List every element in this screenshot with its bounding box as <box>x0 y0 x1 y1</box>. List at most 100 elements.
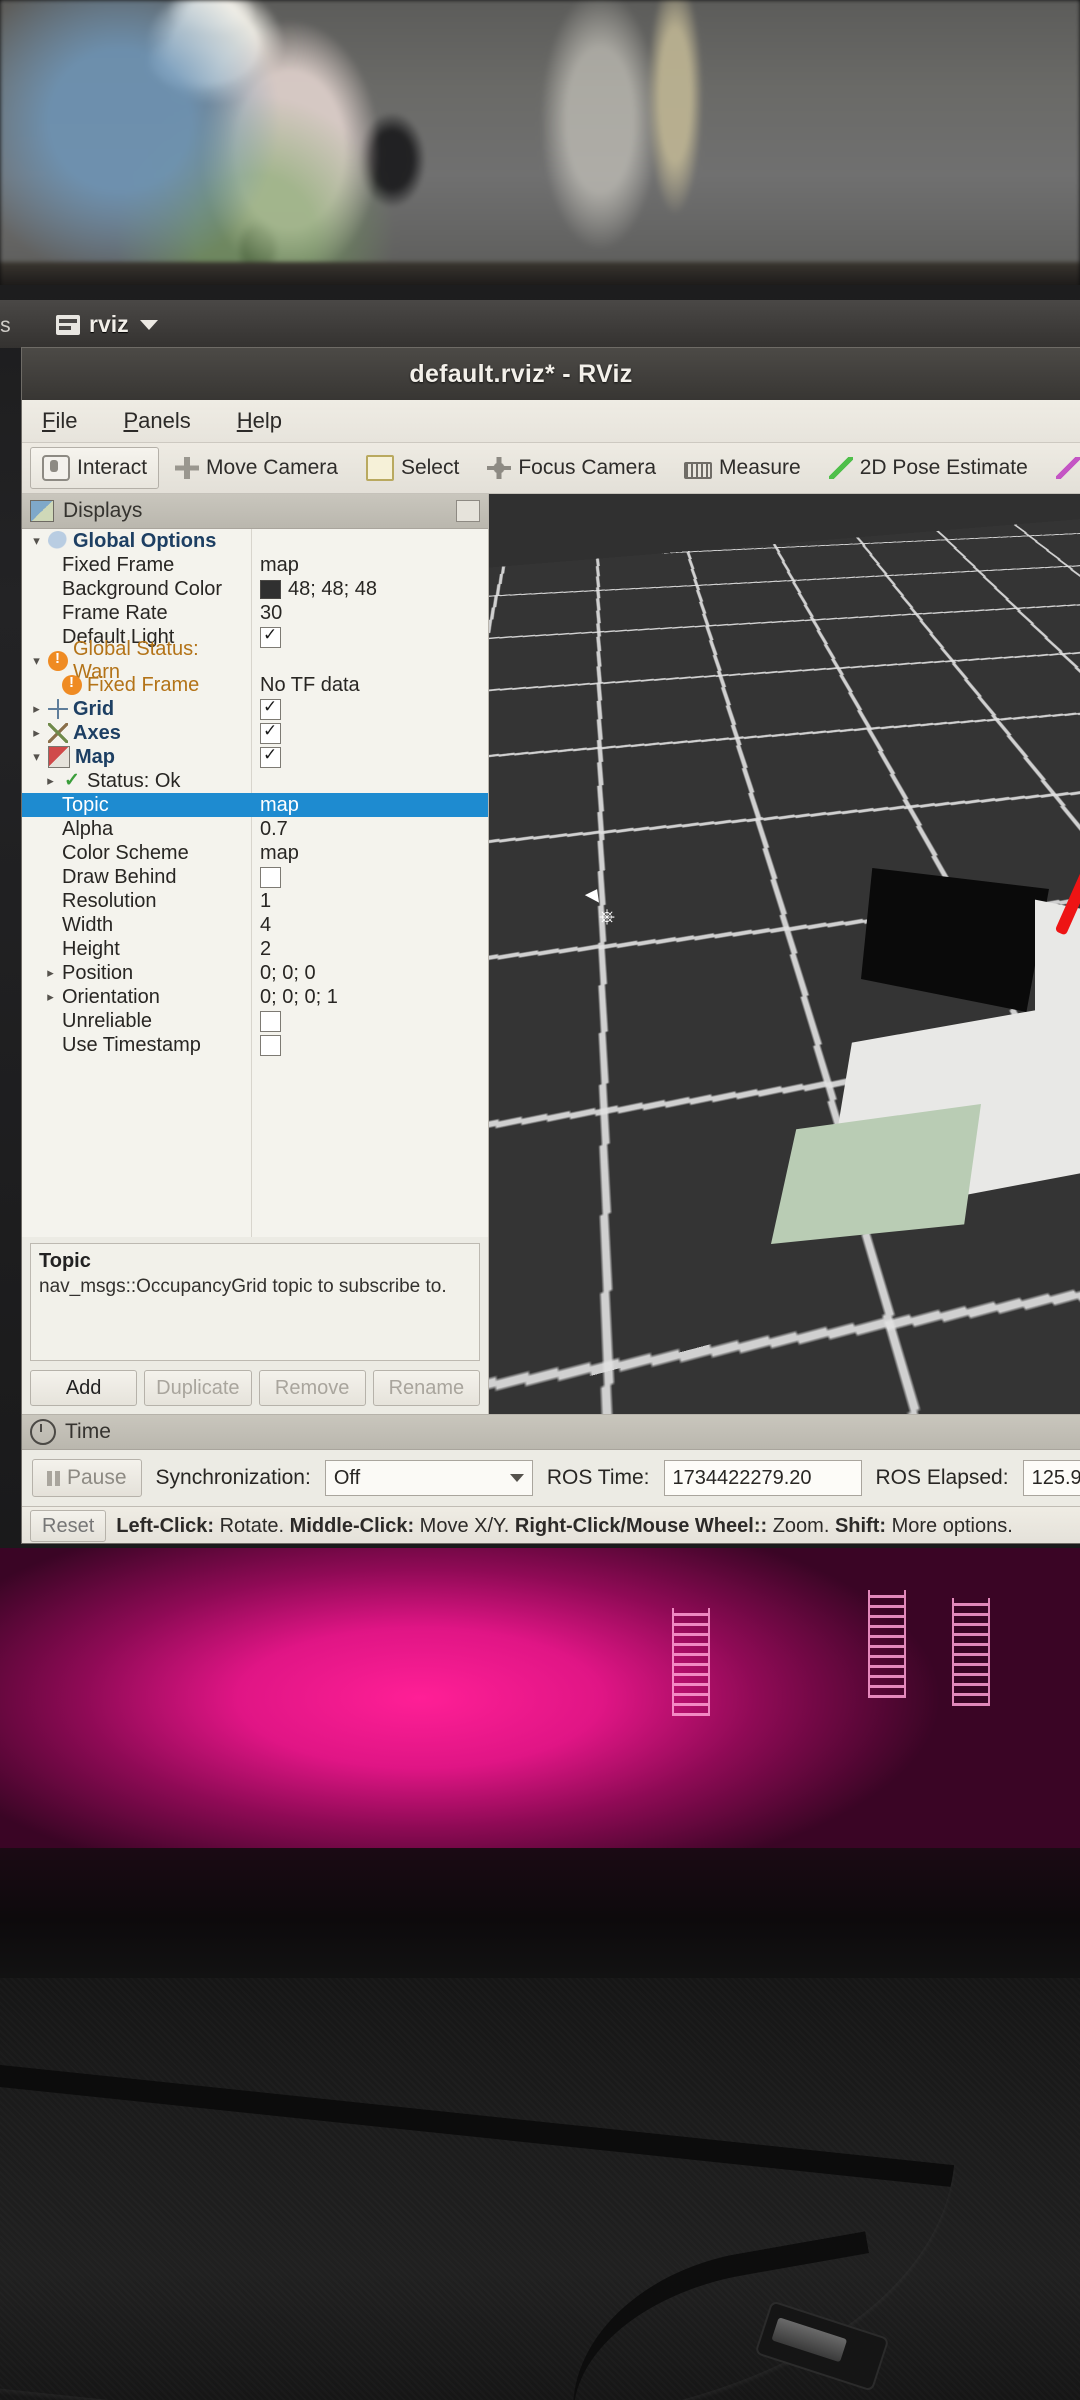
tree-row-value-cell[interactable]: map <box>251 554 488 577</box>
tree-row[interactable]: Position 0; 0; 0 <box>22 961 488 985</box>
tree-row[interactable]: ✓ Status: Ok <box>22 769 488 793</box>
tree-row-value: 1 <box>260 889 272 912</box>
twisty-collapsed-icon[interactable] <box>44 965 57 981</box>
tree-row[interactable]: Alpha 0.7 <box>22 817 488 841</box>
tree-row[interactable]: Global Status: Warn <box>22 638 488 683</box>
tree-row-value-cell[interactable] <box>251 721 488 744</box>
menu-item-panels[interactable]: Panels <box>117 406 196 436</box>
tree-row[interactable]: Orientation 0; 0; 0; 1 <box>22 985 488 1009</box>
tree-row-label: Color Scheme <box>62 841 189 864</box>
tree-row-value-cell[interactable] <box>251 1034 488 1056</box>
float-button-icon[interactable] <box>456 500 480 522</box>
sync-select[interactable]: Off <box>324 1460 533 1496</box>
menu-panels-mnemonic: P <box>123 408 139 433</box>
tree-row-value-cell[interactable]: 30 <box>251 602 488 625</box>
menu-panels-rest: anels <box>138 408 191 433</box>
os-bar-app[interactable]: rviz <box>56 311 158 338</box>
tree-row-value-cell[interactable]: 0; 0; 0; 1 <box>251 986 488 1009</box>
tree-row-value-cell[interactable] <box>251 745 488 768</box>
tree-row[interactable]: Axes <box>22 721 488 745</box>
tree-row-label: Map <box>75 745 115 768</box>
tree-row[interactable]: Draw Behind <box>22 865 488 889</box>
tree-row-value-cell[interactable]: map <box>251 794 488 817</box>
tree-row-label: Fixed Frame <box>62 553 175 576</box>
tool-measure[interactable]: Measure <box>672 447 813 489</box>
tool-interact[interactable]: Interact <box>30 447 160 489</box>
checkbox-unchecked[interactable] <box>260 1010 281 1032</box>
tool-move-camera[interactable]: Move Camera <box>163 447 350 489</box>
twisty-collapsed-icon[interactable] <box>30 701 43 717</box>
tree-row-value-cell[interactable]: No TF data <box>251 674 488 697</box>
tree-row[interactable]: Width 4 <box>22 913 488 937</box>
checkbox-unchecked[interactable] <box>260 1034 281 1056</box>
twisty-expanded-icon[interactable] <box>30 653 43 669</box>
tool-pose-estimate[interactable]: 2D Pose Estimate <box>817 447 1040 489</box>
tree-row-value-cell[interactable]: 0; 0; 0 <box>251 962 488 985</box>
tree-row-value-cell[interactable]: 0.7 <box>251 818 488 841</box>
twisty-collapsed-icon[interactable] <box>30 725 43 741</box>
remove-button[interactable]: Remove <box>258 1370 366 1406</box>
tree-row[interactable]: Grid <box>22 697 488 721</box>
add-button[interactable]: Add <box>30 1370 138 1406</box>
tree-row-value-cell[interactable] <box>251 625 488 648</box>
checkbox-checked[interactable] <box>260 721 281 744</box>
tree-row[interactable]: Global Options <box>22 529 488 553</box>
tree-row[interactable]: Topic map <box>22 793 488 817</box>
chevron-down-icon[interactable] <box>139 319 158 330</box>
menu-file-rest: ile <box>55 408 78 433</box>
tree-row-value-cell[interactable] <box>251 1010 488 1032</box>
tree-row-label: Fixed Frame <box>87 673 200 696</box>
twisty-collapsed-icon[interactable] <box>44 773 57 789</box>
tree-row-value-cell[interactable] <box>251 697 488 720</box>
pause-button[interactable]: Pause <box>32 1459 142 1497</box>
tree-row[interactable]: Frame Rate 30 <box>22 601 488 625</box>
tool-focus-camera[interactable]: Focus Camera <box>475 447 668 489</box>
tree-row[interactable]: Resolution 1 <box>22 889 488 913</box>
tree-row-value-cell[interactable]: 2 <box>251 938 488 961</box>
tool-select[interactable]: Select <box>354 447 471 489</box>
tree-row[interactable]: Map <box>22 745 488 769</box>
tree-row[interactable]: Background Color 48; 48; 48 <box>22 577 488 601</box>
tree-row-value-cell[interactable] <box>251 866 488 888</box>
tree-row-label: Width <box>62 913 114 936</box>
time-panel-header: Time <box>22 1415 1080 1450</box>
twisty-expanded-icon[interactable] <box>30 533 43 549</box>
checkbox-unchecked[interactable] <box>260 866 281 888</box>
checkbox-checked[interactable] <box>260 745 281 768</box>
tree-row[interactable]: Fixed Frame map <box>22 553 488 577</box>
checkbox-checked[interactable] <box>260 697 281 720</box>
twisty-collapsed-icon[interactable] <box>44 989 57 1005</box>
menu-file-mnemonic: F <box>42 408 56 433</box>
menu-item-file[interactable]: File <box>36 406 83 436</box>
tree-row[interactable]: Use Timestamp <box>22 1033 488 1057</box>
ros-elapsed-field[interactable]: 125.99 <box>1022 1460 1080 1496</box>
window-body: Displays Global OptionsFixed FramemapBac… <box>22 494 1080 1414</box>
tree-row[interactable]: Unreliable <box>22 1009 488 1033</box>
color-swatch[interactable] <box>260 579 281 599</box>
duplicate-button[interactable]: Duplicate <box>144 1370 252 1406</box>
hint-shift-val: More options. <box>886 1514 1013 1537</box>
twisty-expanded-icon[interactable] <box>30 749 43 765</box>
tree-row[interactable]: Fixed Frame No TF data <box>22 673 488 697</box>
hint-middle-click-val: Move X/Y. <box>414 1514 515 1537</box>
tree-row[interactable]: Height 2 <box>22 937 488 961</box>
render-viewport-3d[interactable]: ⎈ <box>489 494 1080 1414</box>
tree-row-label: Global Options <box>73 529 217 552</box>
tool-nav-goal[interactable]: 2D Nav Goal <box>1044 447 1080 489</box>
tool-move-camera-label: Move Camera <box>206 456 338 479</box>
tree-row-value: 0; 0; 0; 1 <box>260 985 338 1008</box>
tree-row-value-cell[interactable]: map <box>251 842 488 865</box>
axes-icon <box>48 723 68 743</box>
tree-row-value-cell[interactable]: 48; 48; 48 <box>251 578 488 601</box>
tree-row[interactable]: Color Scheme map <box>22 841 488 865</box>
tree-row-key-cell: Background Color <box>22 578 251 601</box>
ros-time-field[interactable]: 1734422279.20 <box>663 1460 862 1496</box>
reset-button[interactable]: Reset <box>30 1510 107 1542</box>
tree-row-label: Use Timestamp <box>62 1033 201 1056</box>
displays-property-tree[interactable]: Global OptionsFixed FramemapBackground C… <box>22 529 488 1237</box>
checkbox-checked[interactable] <box>260 625 281 648</box>
rename-button[interactable]: Rename <box>372 1370 480 1406</box>
menu-item-help[interactable]: Help <box>231 406 288 436</box>
tree-row-value-cell[interactable]: 1 <box>251 890 488 913</box>
tree-row-value-cell[interactable]: 4 <box>251 914 488 937</box>
